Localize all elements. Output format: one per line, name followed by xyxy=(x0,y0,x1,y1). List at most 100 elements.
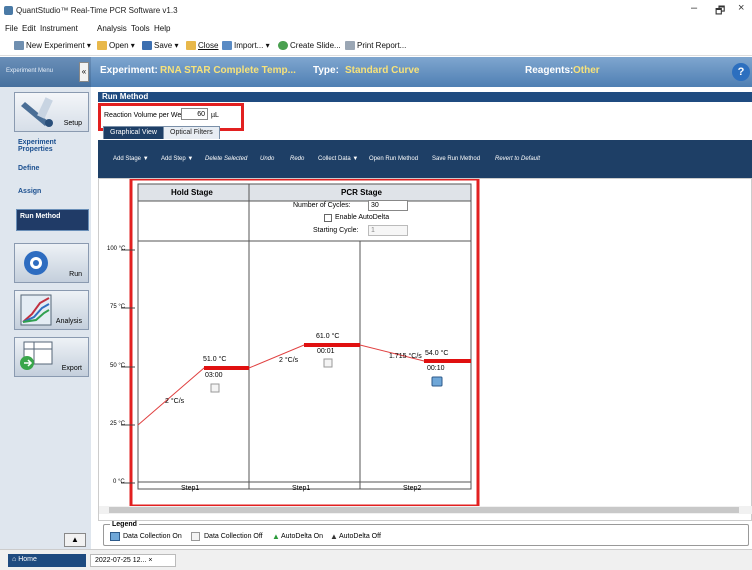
y-label-0: 0 °C xyxy=(113,479,125,485)
y-label-100: 100 °C xyxy=(107,246,126,252)
slide-icon xyxy=(278,41,288,50)
delete-selected-button[interactable]: Delete Selected xyxy=(205,156,247,162)
folder-icon xyxy=(97,41,107,50)
hold-step1-temp[interactable]: 51.0 °C xyxy=(203,356,226,363)
analysis-button[interactable]: Analysis xyxy=(14,290,89,330)
reaction-volume-input[interactable]: 60 xyxy=(181,108,208,120)
save-run-method-button[interactable]: Save Run Method xyxy=(432,156,480,162)
sidebar-item-run-method[interactable]: Run Method xyxy=(16,209,89,231)
legend-autodelta-on: AutoDelta On xyxy=(281,533,324,540)
experiment-type: Standard Curve xyxy=(345,65,420,76)
collect-data-button[interactable]: Collect Data ▼ xyxy=(318,156,358,162)
pcr-step2-ramp[interactable]: 1.715 °C/s xyxy=(389,353,422,360)
undo-button[interactable]: Undo xyxy=(260,156,274,162)
menu-file[interactable]: File xyxy=(5,24,18,33)
collapse-sidebar-button[interactable]: « xyxy=(79,62,89,82)
experiment-task[interactable]: 2022-07-25 12... × xyxy=(90,554,176,567)
setup-icon xyxy=(21,97,53,127)
reaction-volume-unit: µL xyxy=(211,112,219,119)
create-slide-label: Create Slide... xyxy=(290,41,341,50)
camera-icon[interactable] xyxy=(431,376,443,387)
y-label-50: 50 °C xyxy=(110,363,126,369)
run-method-toolbar: Add Stage ▼ Add Step ▼ Delete Selected U… xyxy=(98,140,752,178)
import-button[interactable]: Import... ▾ xyxy=(222,41,270,50)
minimize-button[interactable]: – xyxy=(691,2,697,14)
reagents-value: Other xyxy=(573,65,600,76)
print-report-button[interactable]: Print Report... xyxy=(345,41,406,50)
open-button[interactable]: Open ▾ xyxy=(97,41,135,50)
menu-help[interactable]: Help xyxy=(154,24,170,33)
setup-button[interactable]: Setup xyxy=(14,92,89,132)
setup-label: Setup xyxy=(63,120,82,127)
sidebar-title: Experiment Menu xyxy=(6,68,54,74)
menu-tools[interactable]: Tools xyxy=(131,24,150,33)
pcr-step1-label: Step1 xyxy=(292,485,311,492)
menu-instrument[interactable]: Instrument xyxy=(40,24,78,33)
tab-optical-filters[interactable]: Optical Filters xyxy=(163,126,220,139)
menu-analysis[interactable]: Analysis xyxy=(97,24,127,33)
autodelta-checkbox[interactable] xyxy=(324,214,332,222)
hold-step1-label: Step1 xyxy=(181,485,200,492)
close-label: Close xyxy=(198,41,219,50)
tab-graphical-view[interactable]: Graphical View xyxy=(103,126,164,139)
sidebar-item-define[interactable]: Define xyxy=(18,165,39,172)
run-icon xyxy=(24,251,48,275)
cycles-label: Number of Cycles: xyxy=(293,202,351,209)
pcr-step2-time[interactable]: 00:10 xyxy=(427,365,445,372)
restore-button[interactable]: 🗗 xyxy=(715,2,725,21)
data-collection-off-icon[interactable] xyxy=(323,358,333,368)
data-collection-off-icon[interactable] xyxy=(210,383,220,393)
new-experiment-icon xyxy=(14,41,24,50)
pcr-step2-temp[interactable]: 54.0 °C xyxy=(425,350,448,357)
sidebar-scroll-up-button[interactable]: ▲ xyxy=(64,533,86,547)
open-run-method-button[interactable]: Open Run Method xyxy=(369,156,418,162)
sidebar-header: Experiment Menu « xyxy=(0,57,91,87)
experiment-menu-sidebar: Experiment Menu « Setup Experiment Prope… xyxy=(0,57,91,549)
window-title: QuantStudio™ Real-Time PCR Software v1.3 xyxy=(16,6,178,15)
sidebar-item-assign[interactable]: Assign xyxy=(18,188,41,195)
close-task-icon[interactable]: × xyxy=(148,557,152,564)
hold-ramp-rate[interactable]: 2 °C/s xyxy=(165,398,184,405)
menu-bar: File Edit Instrument Analysis Tools Help xyxy=(0,22,752,35)
sidebar-item-experiment-properties[interactable]: Experiment Properties xyxy=(18,139,78,153)
revert-default-button[interactable]: Revert to Default xyxy=(495,156,540,162)
y-label-75: 75 °C xyxy=(110,304,126,310)
add-stage-button[interactable]: Add Stage ▼ xyxy=(113,156,149,162)
add-step-button[interactable]: Add Step ▼ xyxy=(161,156,193,162)
hold-stage-box[interactable] xyxy=(137,183,250,490)
open-label: Open ▾ xyxy=(109,41,135,50)
pcr-step2-label: Step2 xyxy=(403,485,422,492)
run-button[interactable]: Run xyxy=(14,243,89,283)
import-icon xyxy=(222,41,232,50)
new-experiment-button[interactable]: New Experiment ▾ xyxy=(14,41,91,50)
pcr-step1-time[interactable]: 00:01 xyxy=(317,348,335,355)
help-button[interactable]: ? xyxy=(732,63,750,81)
legend-title: Legend xyxy=(110,521,139,528)
create-slide-button[interactable]: Create Slide... xyxy=(278,41,341,50)
legend-data-off: Data Collection Off xyxy=(204,533,263,540)
run-method-graph-canvas: 100 °C 75 °C 50 °C 25 °C 0 °C Hold Stage… xyxy=(98,178,752,521)
menu-edit[interactable]: Edit xyxy=(22,24,36,33)
home-task[interactable]: ⌂ Home xyxy=(8,554,86,567)
import-label: Import... ▾ xyxy=(234,41,270,50)
save-button[interactable]: Save ▾ xyxy=(142,41,178,50)
pcr-step1-temp[interactable]: 61.0 °C xyxy=(316,333,339,340)
autodelta-on-icon: ▲ xyxy=(272,532,280,541)
starting-cycle-input[interactable]: 1 xyxy=(368,225,408,236)
data-off-icon xyxy=(191,532,200,541)
export-button[interactable]: Export xyxy=(14,337,89,377)
legend-data-on: Data Collection On xyxy=(123,533,182,540)
close-window-button[interactable]: × xyxy=(738,2,744,14)
hold-step1-time[interactable]: 03:00 xyxy=(205,372,223,379)
hold-stage-title: Hold Stage xyxy=(171,188,213,197)
experiment-name: RNA STAR Complete Temp... xyxy=(160,65,296,76)
home-task-label: Home xyxy=(18,556,37,563)
close-button[interactable]: Close xyxy=(186,41,218,50)
graph-scrollbar-thumb[interactable] xyxy=(109,507,739,513)
analysis-label: Analysis xyxy=(55,318,82,325)
pcr-step1-ramp[interactable]: 2 °C/s xyxy=(279,357,298,364)
cycles-input[interactable]: 30 xyxy=(368,200,408,211)
redo-button[interactable]: Redo xyxy=(290,156,304,162)
run-label: Run xyxy=(69,271,82,278)
autodelta-off-icon: ▲ xyxy=(330,532,338,541)
